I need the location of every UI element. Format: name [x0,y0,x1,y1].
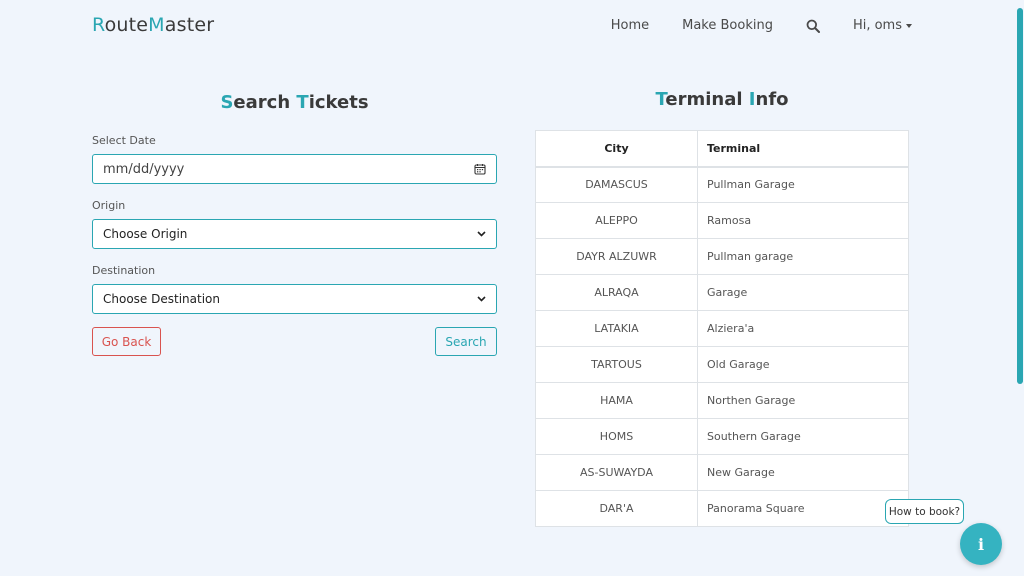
nav-home-link[interactable]: Home [611,18,649,33]
chevron-down-icon [477,296,486,302]
table-row: LATAKIA Alziera'a [535,310,909,347]
destination-label: Destination [92,264,156,277]
date-field: Select Date mm/dd/yyyy [92,134,497,184]
table-row: DAMASCUS Pullman Garage [535,166,909,203]
destination-selected-value: Choose Destination [103,292,220,306]
search-tickets-title: Search Tickets [220,92,369,113]
navbar: RouteMaster Home Make Booking Hi, oms [0,0,1024,54]
terminal-cell: Panorama Square [697,490,909,527]
origin-label: Origin [92,199,126,212]
date-label: Select Date [92,134,156,147]
chevron-down-icon [477,231,486,237]
terminal-table: City Terminal DAMASCUS Pullman Garage ALE… [535,130,909,527]
city-cell: TARTOUS [535,346,698,383]
search-button[interactable]: Search [435,327,497,356]
destination-field: Destination Choose Destination [92,264,497,314]
origin-field: Origin Choose Origin [92,199,497,249]
info-icon[interactable]: i [960,523,1002,565]
column-header-terminal: Terminal [697,130,909,168]
table-row: HAMA Northen Garage [535,382,909,419]
terminal-cell: Pullman garage [697,238,909,275]
user-menu-dropdown[interactable]: Hi, oms [853,18,912,33]
table-row: DAYR ALZUWR Pullman garage [535,238,909,275]
city-cell: DAYR ALZUWR [535,238,698,275]
city-cell: ALRAQA [535,274,698,311]
destination-select[interactable]: Choose Destination [92,284,497,314]
origin-select[interactable]: Choose Origin [92,219,497,249]
terminal-cell: Old Garage [697,346,909,383]
nav-links: Home Make Booking Hi, oms [611,18,912,33]
scrollbar-thumb[interactable] [1017,8,1023,384]
terminal-cell: Garage [697,274,909,311]
info-glyph: i [977,534,985,554]
city-cell: AS-SUWAYDA [535,454,698,491]
table-row: DAR'A Panorama Square [535,490,909,527]
terminal-cell: Ramosa [697,202,909,239]
city-cell: DAMASCUS [535,166,698,203]
table-header-row: City Terminal [535,130,909,168]
table-row: ALEPPO Ramosa [535,202,909,239]
terminal-cell: Northen Garage [697,382,909,419]
brand-logo[interactable]: RouteMaster [92,14,214,36]
terminal-info-title: Terminal Info [655,89,789,110]
city-cell: DAR'A [535,490,698,527]
go-back-button[interactable]: Go Back [92,327,161,356]
table-row: AS-SUWAYDA New Garage [535,454,909,491]
nav-make-booking-link[interactable]: Make Booking [682,18,773,33]
date-placeholder: mm/dd/yyyy [103,161,185,177]
how-to-book-tooltip[interactable]: How to book? [885,499,964,524]
user-greeting: Hi, oms [852,18,902,33]
table-row: TARTOUS Old Garage [535,346,909,383]
city-cell: LATAKIA [535,310,698,347]
terminal-cell: New Garage [697,454,909,491]
origin-selected-value: Choose Origin [103,227,188,241]
table-row: ALRAQA Garage [535,274,909,311]
column-header-city: City [535,130,698,168]
terminal-cell: Pullman Garage [697,166,909,203]
table-row: HOMS Southern Garage [535,418,909,455]
page-scrollbar[interactable] [1016,0,1024,576]
search-icon[interactable] [806,19,820,33]
calendar-icon[interactable] [474,163,486,175]
caret-down-icon [906,24,912,28]
city-cell: HAMA [535,382,698,419]
terminal-cell: Alziera'a [697,310,909,347]
city-cell: ALEPPO [535,202,698,239]
city-cell: HOMS [535,418,698,455]
date-input[interactable]: mm/dd/yyyy [92,154,497,184]
terminal-cell: Southern Garage [697,418,909,455]
